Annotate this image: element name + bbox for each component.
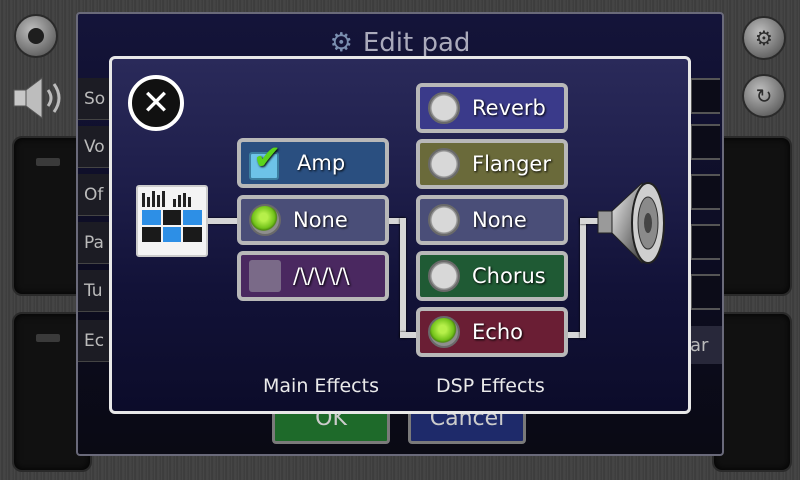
row-label: Of	[84, 184, 104, 205]
value-text: ar	[690, 334, 709, 356]
signal-wire	[400, 218, 406, 338]
effect-label: Amp	[297, 151, 346, 175]
settings-row-offset[interactable]: Of	[78, 174, 112, 216]
settings-value-box[interactable]	[690, 174, 720, 210]
dsp-effect-chorus[interactable]: Chorus	[416, 251, 568, 301]
refresh-icon[interactable]: ↻	[742, 74, 786, 118]
row-label: Tu	[84, 280, 103, 301]
settings-row-sound[interactable]: So	[78, 78, 112, 120]
dsp-effect-flanger[interactable]: Flanger	[416, 139, 568, 189]
main-effects-caption: Main Effects	[263, 375, 379, 397]
main-effect-amp[interactable]: ✔ Amp	[237, 138, 389, 188]
effect-label: Flanger	[472, 152, 551, 176]
radio-unselected-icon	[428, 148, 460, 180]
settings-value-box[interactable]	[690, 274, 720, 310]
effect-label: /\/\/\/\	[293, 264, 350, 288]
radio-unselected-icon	[428, 204, 460, 236]
checkbox-unchecked	[249, 260, 281, 292]
settings-row-volume[interactable]: Vo	[78, 126, 112, 168]
effect-label: None	[472, 208, 527, 232]
settings-value-text[interactable]: ar	[688, 326, 722, 364]
close-icon: ✕	[141, 83, 171, 123]
radio-selected-icon	[428, 316, 460, 348]
effects-dialog: ✕ ✔ Amp None /\/\/\/\ Reverb Flanger Non…	[109, 56, 691, 414]
volume-icon[interactable]	[12, 76, 66, 120]
signal-wire	[208, 218, 240, 224]
settings-value-box[interactable]	[690, 78, 720, 114]
effect-label: Echo	[472, 320, 523, 344]
checkbox-checked: ✔	[249, 138, 285, 180]
radio-selected-icon	[249, 204, 281, 236]
speaker-output-icon	[597, 181, 665, 265]
settings-value-box[interactable]	[690, 224, 720, 260]
main-effect-waveform[interactable]: /\/\/\/\	[237, 251, 389, 301]
close-button[interactable]: ✕	[128, 75, 184, 131]
gear-icon: ⚙	[329, 28, 353, 58]
edit-pad-title: ⚙ Edit pad	[78, 28, 722, 58]
drum-machine-icon	[136, 185, 208, 257]
radio-unselected-icon	[428, 92, 460, 124]
drum-pad[interactable]	[712, 312, 792, 472]
row-label: Pa	[84, 232, 104, 253]
settings-row-echo[interactable]: Ec	[78, 320, 112, 362]
row-label: Ec	[84, 330, 105, 351]
drum-pad[interactable]	[712, 136, 792, 296]
main-effect-none[interactable]: None	[237, 195, 389, 245]
effect-label: Reverb	[472, 96, 546, 120]
settings-row-pan[interactable]: Pa	[78, 222, 112, 264]
dsp-effect-echo[interactable]: Echo	[416, 307, 568, 357]
left-top-button[interactable]	[14, 14, 58, 58]
effect-label: Chorus	[472, 264, 546, 288]
dsp-effect-reverb[interactable]: Reverb	[416, 83, 568, 133]
edit-pad-title-text: Edit pad	[362, 28, 471, 58]
settings-value-box[interactable]	[690, 124, 720, 160]
row-label: Vo	[84, 136, 105, 157]
dsp-effect-none[interactable]: None	[416, 195, 568, 245]
settings-row-tune[interactable]: Tu	[78, 270, 112, 312]
radio-unselected-icon	[428, 260, 460, 292]
effect-label: None	[293, 208, 348, 232]
gear-icon[interactable]: ⚙	[742, 16, 786, 60]
row-label: So	[84, 88, 106, 109]
signal-wire	[580, 218, 586, 338]
dsp-effects-caption: DSP Effects	[436, 375, 545, 397]
